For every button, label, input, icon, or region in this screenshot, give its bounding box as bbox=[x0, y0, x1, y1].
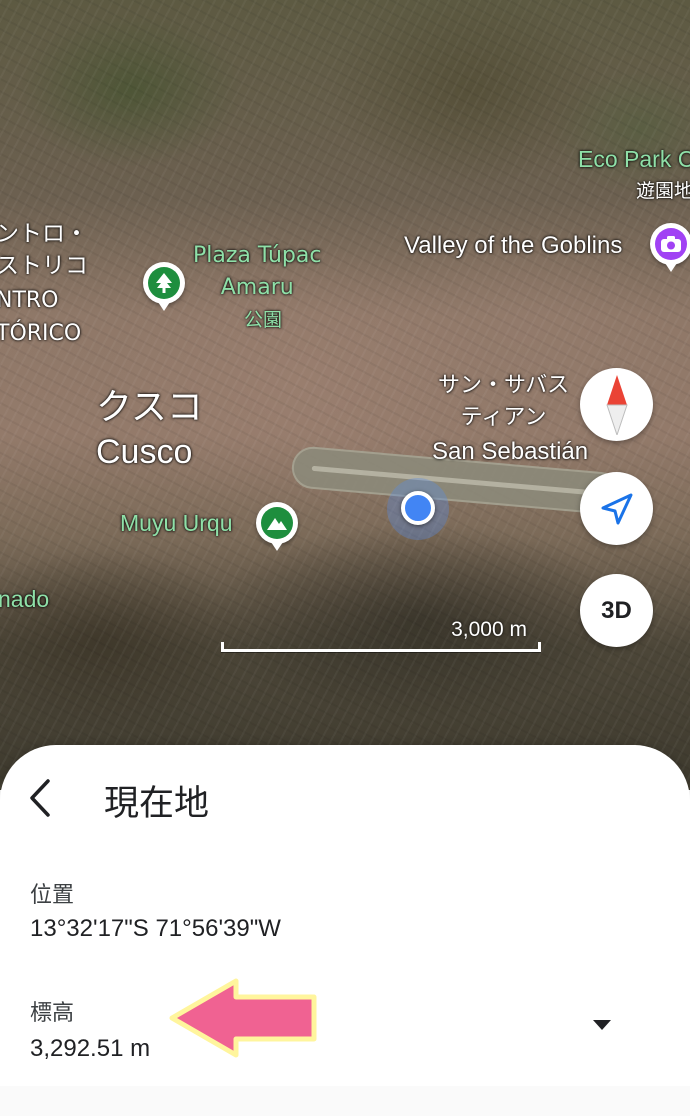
label-san-sebastian-jp: サン・サバス ティアン bbox=[438, 373, 570, 430]
position-coordinates: 13°32'17"S 71°56'39"W bbox=[30, 915, 281, 942]
elevation-label: 標高 bbox=[30, 1001, 75, 1026]
label-eco-park-type: 遊園地 bbox=[636, 180, 690, 202]
location-info-sheet: 現在地 位置 13°32'17"S 71°56'39"W 標高 3,292.51… bbox=[0, 745, 690, 1116]
compass-button[interactable] bbox=[580, 368, 653, 441]
label-centro-historico-jp: ントロ・ ストリコ bbox=[0, 221, 88, 279]
elevation-value: 3,292.51 m bbox=[30, 1035, 151, 1062]
back-button[interactable] bbox=[22, 773, 62, 823]
position-label: 位置 bbox=[30, 883, 75, 908]
3d-button-label: 3D bbox=[601, 596, 632, 624]
camera-icon bbox=[655, 228, 687, 260]
label-plaza-type: 公園 bbox=[244, 309, 283, 331]
label-cusco-en: Cusco bbox=[96, 433, 193, 471]
label-valley-of-the-goblins: Valley of the Goblins bbox=[404, 232, 623, 259]
label-san-sebastian-es: San Sebastián bbox=[432, 438, 589, 465]
elevation-units-dropdown[interactable] bbox=[590, 1017, 614, 1033]
chevron-left-icon bbox=[30, 779, 50, 817]
attraction-pin-valley-of-the-goblins[interactable] bbox=[650, 223, 690, 272]
scale-bar-line bbox=[221, 642, 541, 652]
tree-icon bbox=[148, 267, 180, 299]
label-plaza-tupac-amaru: Plaza Túpac Amaru bbox=[193, 243, 322, 300]
label-muyu-urqu: Muyu Urqu bbox=[120, 510, 233, 536]
label-eco-park: Eco Park C bbox=[578, 146, 690, 172]
navigation-arrow-icon bbox=[601, 493, 632, 524]
label-nado: nado bbox=[0, 586, 50, 612]
park-pin-plaza-tupac-amaru[interactable] bbox=[143, 262, 185, 311]
sheet-title: 現在地 bbox=[104, 784, 210, 824]
map-view[interactable]: ントロ・ ストリコ NTRO TÓRICO Plaza Túpac Amaru … bbox=[0, 0, 690, 790]
map-scale-bar: 3,000 m bbox=[221, 618, 541, 654]
caret-down-icon bbox=[593, 1020, 611, 1030]
scale-bar-label: 3,000 m bbox=[451, 618, 527, 641]
bottom-divider bbox=[0, 1086, 690, 1116]
current-location-dot[interactable] bbox=[401, 491, 435, 525]
compass-icon bbox=[605, 374, 628, 435]
label-centro-historico-es: NTRO TÓRICO bbox=[0, 288, 82, 346]
annotation-arrow-icon bbox=[169, 978, 317, 1058]
my-location-button[interactable] bbox=[580, 472, 653, 545]
mountain-icon bbox=[261, 507, 293, 539]
3d-toggle-button[interactable]: 3D bbox=[580, 574, 653, 647]
park-pin-muyu-urqu[interactable] bbox=[256, 502, 298, 551]
label-cusco-jp: クスコ bbox=[96, 387, 203, 428]
